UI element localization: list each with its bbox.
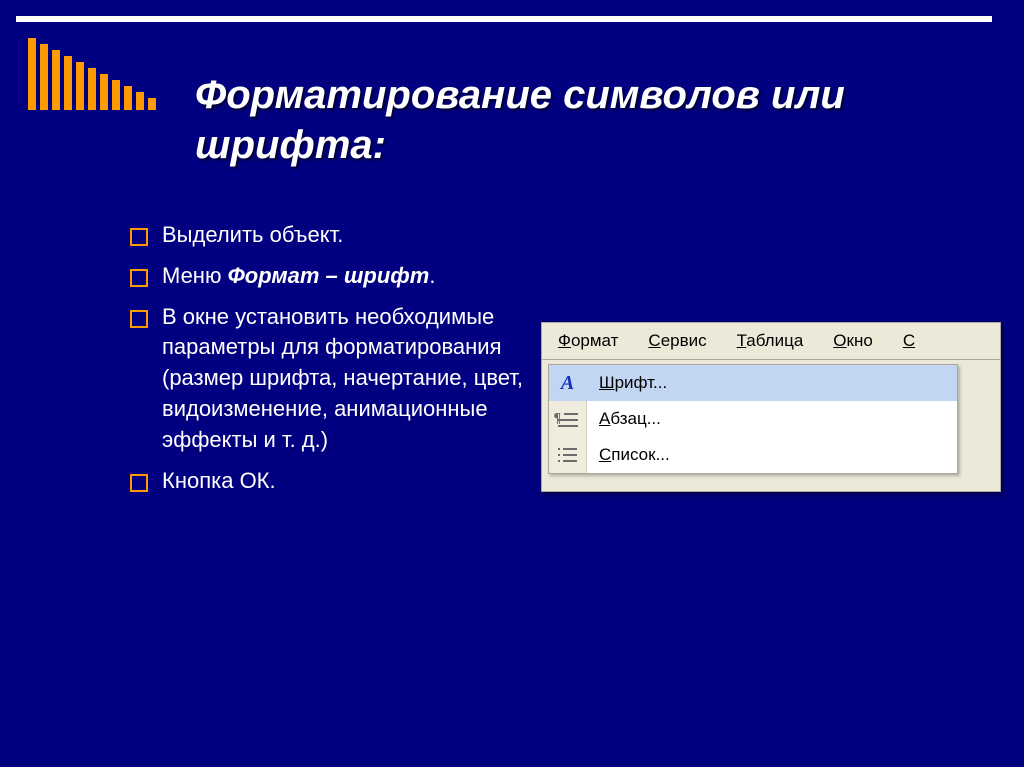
list-icon — [549, 437, 587, 473]
dropdown-rest: писок... — [611, 445, 669, 464]
menu-window[interactable]: Окно — [827, 329, 879, 353]
bullet-text: Кнопка ОК. — [162, 468, 276, 493]
bullet-item: Меню Формат – шрифт. — [130, 261, 530, 292]
menu-hotkey: О — [833, 331, 846, 350]
word-menu-screenshot: Формат Сервис Таблица Окно С A Шрифт... … — [541, 322, 1001, 492]
menu-truncated[interactable]: С — [897, 329, 921, 353]
bullet-text-pre: Меню — [162, 263, 228, 288]
dropdown-rest: рифт... — [615, 373, 668, 392]
menu-format[interactable]: Формат — [552, 329, 624, 353]
dropdown-hotkey: С — [599, 445, 611, 464]
bullet-item: Кнопка ОК. — [130, 466, 530, 497]
menubar: Формат Сервис Таблица Окно С — [542, 323, 1000, 360]
dropdown-rest: бзац... — [610, 409, 661, 428]
font-icon: A — [549, 365, 587, 401]
top-bar — [16, 16, 992, 22]
bullet-item: В окне установить необходимые параметры … — [130, 302, 530, 456]
slide-title: Форматирование символов или шрифта: — [195, 70, 945, 170]
menu-hotkey: Ф — [558, 331, 571, 350]
bullet-list: Выделить объект. Меню Формат – шрифт. В … — [130, 220, 530, 506]
menu-service[interactable]: Сервис — [642, 329, 712, 353]
dropdown-hotkey: Ш — [599, 373, 615, 392]
bullet-text-emph: Формат – шрифт — [228, 263, 430, 288]
bullet-text: В окне установить необходимые параметры … — [162, 304, 523, 452]
dropdown-label: Шрифт... — [587, 373, 957, 393]
bullet-text-post: . — [429, 263, 435, 288]
menu-hotkey: С — [903, 331, 915, 350]
menu-rest: аблица — [746, 331, 803, 350]
dropdown-item-list[interactable]: Список... — [549, 437, 957, 473]
menu-rest: ормат — [571, 331, 618, 350]
dropdown-item-paragraph[interactable]: ¶ Абзац... — [549, 401, 957, 437]
menu-rest: кно — [847, 331, 873, 350]
menu-rest: ервис — [661, 331, 707, 350]
format-dropdown: A Шрифт... ¶ Абзац... Список... — [548, 364, 958, 474]
stripes-graphic — [28, 38, 156, 110]
dropdown-hotkey: А — [599, 409, 610, 428]
dropdown-label: Список... — [587, 445, 957, 465]
menu-hotkey: Т — [737, 331, 747, 350]
paragraph-icon: ¶ — [549, 401, 587, 437]
bullet-item: Выделить объект. — [130, 220, 530, 251]
menu-hotkey: С — [648, 331, 660, 350]
bullet-text: Выделить объект. — [162, 222, 343, 247]
menu-table[interactable]: Таблица — [731, 329, 810, 353]
dropdown-item-font[interactable]: A Шрифт... — [549, 365, 957, 401]
dropdown-label: Абзац... — [587, 409, 957, 429]
